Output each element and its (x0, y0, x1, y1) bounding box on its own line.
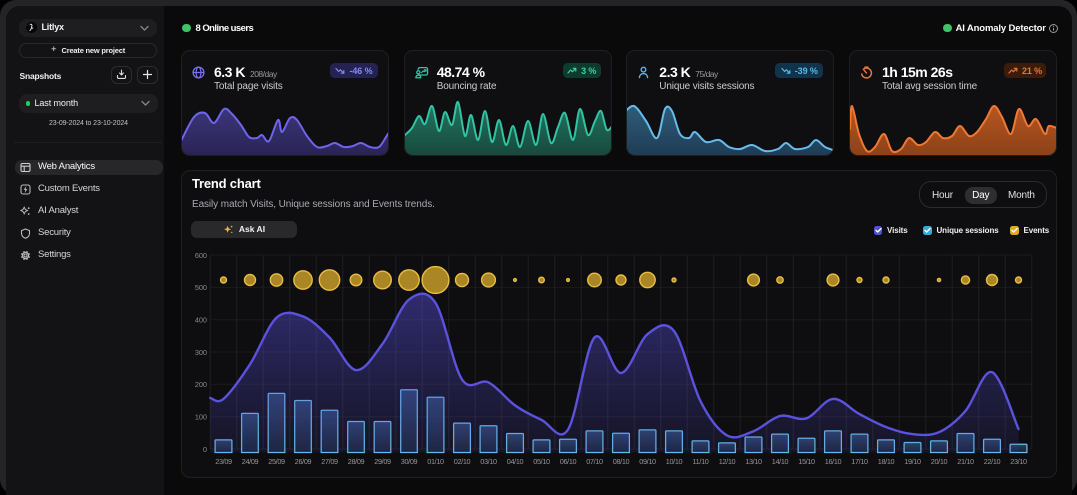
svg-text:23/10: 23/10 (1010, 457, 1027, 466)
svg-text:13/10: 13/10 (745, 457, 762, 466)
svg-text:28/09: 28/09 (348, 457, 365, 466)
svg-text:600: 600 (195, 251, 207, 260)
svg-text:04/10: 04/10 (507, 457, 524, 466)
svg-text:06/10: 06/10 (560, 457, 577, 466)
svg-text:07/10: 07/10 (586, 457, 603, 466)
svg-text:18/10: 18/10 (878, 457, 895, 466)
svg-text:29/09: 29/09 (374, 457, 391, 466)
svg-text:30/09: 30/09 (401, 457, 418, 466)
svg-text:23/09: 23/09 (215, 457, 232, 466)
svg-text:400: 400 (195, 316, 207, 325)
svg-text:01/10: 01/10 (427, 457, 444, 466)
svg-text:24/09: 24/09 (242, 457, 259, 466)
svg-text:26/09: 26/09 (295, 457, 312, 466)
svg-text:0: 0 (203, 445, 207, 454)
svg-text:300: 300 (195, 348, 207, 357)
svg-text:15/10: 15/10 (798, 457, 815, 466)
svg-text:17/10: 17/10 (851, 457, 868, 466)
svg-text:08/10: 08/10 (613, 457, 630, 466)
svg-text:09/10: 09/10 (639, 457, 656, 466)
svg-text:21/10: 21/10 (957, 457, 974, 466)
svg-text:100: 100 (195, 413, 207, 422)
svg-text:16/10: 16/10 (825, 457, 842, 466)
svg-text:03/10: 03/10 (480, 457, 497, 466)
svg-text:11/10: 11/10 (693, 457, 709, 466)
svg-text:500: 500 (195, 283, 207, 292)
svg-text:20/10: 20/10 (931, 457, 948, 466)
svg-text:19/10: 19/10 (904, 457, 921, 466)
svg-text:12/10: 12/10 (719, 457, 736, 466)
svg-text:25/09: 25/09 (268, 457, 285, 466)
svg-text:05/10: 05/10 (533, 457, 550, 466)
svg-text:22/10: 22/10 (984, 457, 1001, 466)
svg-text:27/09: 27/09 (321, 457, 338, 466)
svg-text:14/10: 14/10 (772, 457, 789, 466)
svg-text:200: 200 (195, 380, 207, 389)
svg-text:10/10: 10/10 (666, 457, 683, 466)
svg-text:02/10: 02/10 (454, 457, 471, 466)
